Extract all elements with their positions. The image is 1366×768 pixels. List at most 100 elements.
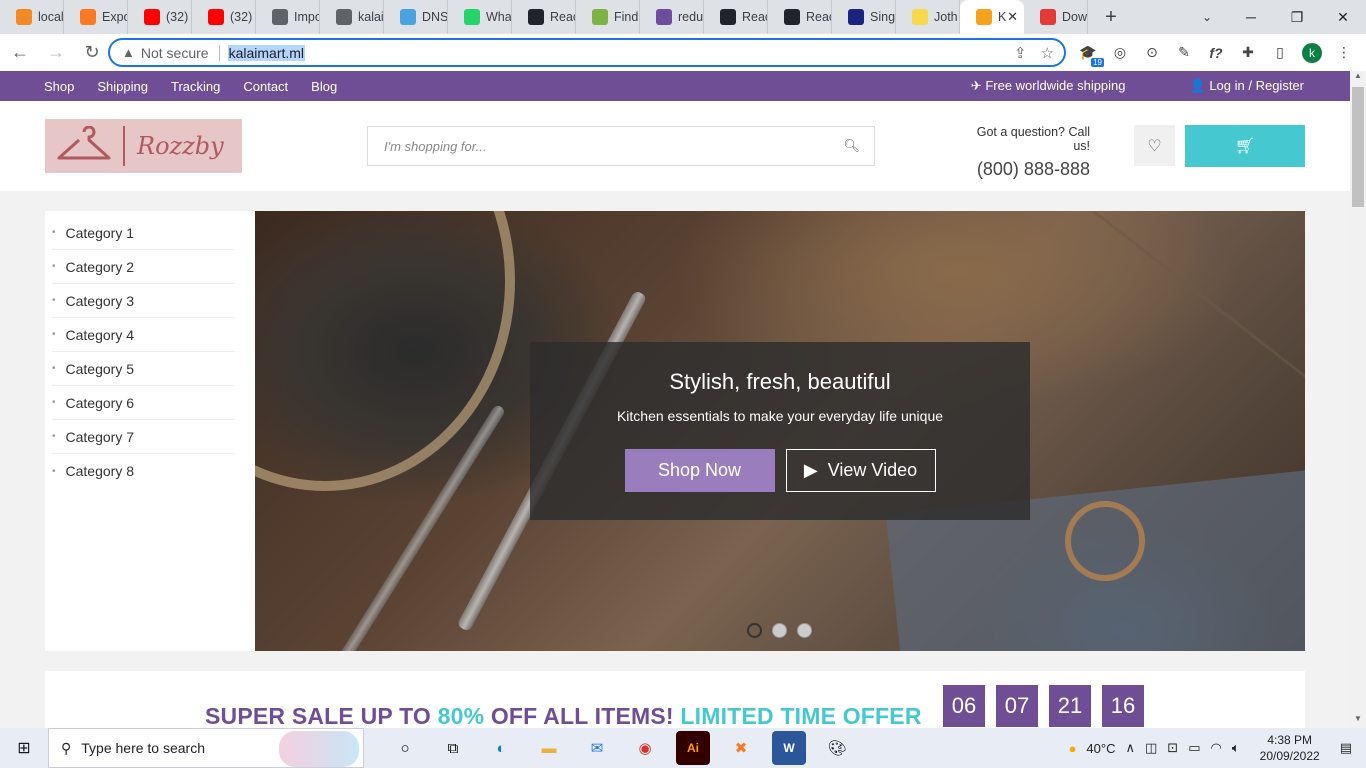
task-view-icon[interactable]: ⧉	[436, 731, 470, 765]
eyedropper-extension-icon[interactable]: ✎	[1174, 43, 1194, 63]
browser-tab[interactable]: (32)	[192, 0, 256, 34]
tab-search-chevron-icon[interactable]: ⌄	[1192, 0, 1222, 34]
windows-start-icon[interactable]: ⊞	[0, 728, 48, 768]
bookmark-star-icon[interactable]: ☆	[1041, 44, 1054, 62]
forward-icon[interactable]: →	[40, 37, 72, 69]
close-window-icon[interactable]: ✕	[1320, 0, 1366, 34]
topnav-link[interactable]: Tracking	[171, 79, 220, 94]
cortana-icon[interactable]: ○	[388, 731, 422, 765]
warning-icon[interactable]: ▲	[122, 45, 135, 60]
sale-percent: 80%	[437, 703, 485, 728]
scroll-down-icon[interactable]: ▼	[1350, 714, 1366, 728]
category-item[interactable]: • Category 5	[52, 352, 235, 386]
browser-tab[interactable]: Dow	[1024, 0, 1088, 34]
share-icon[interactable]: ⇪	[1014, 44, 1027, 62]
restore-icon[interactable]: ❐	[1274, 0, 1320, 34]
browser-tab[interactable]: Wha	[448, 0, 512, 34]
search-icon[interactable]: 🔍︎	[843, 138, 860, 154]
browser-tab[interactable]: Sing	[832, 0, 896, 34]
browser-tab[interactable]: Find	[576, 0, 640, 34]
browser-tab[interactable]: local	[0, 0, 64, 34]
clock[interactable]: 4:38 PM 20/09/2022	[1260, 732, 1320, 764]
slider-dots	[747, 623, 812, 638]
youtube-icon	[208, 9, 224, 25]
product-search-input[interactable]: I'm shopping for... 🔍︎	[367, 126, 875, 166]
category-item[interactable]: • Category 4	[52, 318, 235, 352]
url-text[interactable]: kalaimart.ml	[227, 44, 306, 61]
category-item[interactable]: • Category 6	[52, 386, 235, 420]
new-tab-icon[interactable]: +	[1096, 6, 1126, 29]
puzzle-icon[interactable]: ✚	[1238, 43, 1258, 63]
battery-icon[interactable]: ▭	[1188, 740, 1200, 756]
topnav-link[interactable]: Shipping	[97, 79, 148, 94]
browser-tab[interactable]: Expo	[64, 0, 128, 34]
notifications-icon[interactable]: ▤	[1340, 740, 1352, 756]
scroll-up-icon[interactable]: ▲	[1350, 71, 1366, 85]
browser-tab[interactable]: DNS	[384, 0, 448, 34]
sale-text: OFF ALL ITEMS!	[484, 703, 681, 728]
page-scrollbar[interactable]: ▲ ▼	[1350, 71, 1366, 728]
paint-icon[interactable]: 🎨︎	[820, 731, 854, 765]
word-icon[interactable]: W	[772, 731, 806, 765]
browser-tab[interactable]: redu	[640, 0, 704, 34]
reload-icon[interactable]: ↻	[76, 37, 108, 69]
formula-extension-icon[interactable]: f?	[1206, 43, 1226, 63]
illustrator-icon[interactable]: Ai	[676, 731, 710, 765]
shop-now-button[interactable]: Shop Now	[624, 449, 775, 492]
bullet-icon: •	[52, 329, 56, 340]
chrome-icon[interactable]: ◉	[628, 731, 662, 765]
extension-icon[interactable]: ⊙	[1142, 43, 1162, 63]
graduation-cap-extension-icon[interactable]: 🎓 19	[1078, 43, 1104, 67]
category-item[interactable]: • Category 3	[52, 284, 235, 318]
free-shipping-link[interactable]: ✈ Free worldwide shipping	[971, 78, 1126, 94]
tray-app-icon[interactable]: ◫	[1145, 740, 1157, 756]
slider-dot[interactable]	[797, 623, 812, 638]
mail-icon[interactable]: ✉	[580, 731, 614, 765]
extension-icon[interactable]: ◎	[1110, 43, 1130, 63]
category-item[interactable]: • Category 2	[52, 250, 235, 284]
browser-tab[interactable]: kalai	[320, 0, 384, 34]
topnav-link[interactable]: Blog	[311, 79, 337, 94]
category-item[interactable]: • Category 8	[52, 454, 235, 488]
topnav-link[interactable]: Shop	[44, 79, 74, 94]
cart-button[interactable]: 🛒︎	[1185, 125, 1305, 167]
back-icon[interactable]: ←	[4, 37, 36, 69]
weather-icon[interactable]: ●	[1069, 741, 1077, 756]
side-panel-icon[interactable]: ▯	[1270, 43, 1290, 63]
login-register-link[interactable]: 👤 Log in / Register	[1190, 78, 1304, 94]
menu-kebab-icon[interactable]: ⋮	[1334, 43, 1354, 63]
security-status[interactable]: Not secure	[141, 45, 209, 61]
wifi-icon[interactable]: ◠	[1210, 740, 1221, 756]
topnav-link[interactable]: Contact	[243, 79, 288, 94]
browser-tab[interactable]: Joth	[896, 0, 960, 34]
browser-tab[interactable]: Reac	[512, 0, 576, 34]
minimize-icon[interactable]: ─	[1228, 0, 1274, 34]
site-logo[interactable]: Rozzby	[45, 119, 242, 173]
close-tab-icon[interactable]: ✕	[1007, 9, 1018, 25]
weather-temp[interactable]: 40°C	[1086, 741, 1115, 756]
slider-dot[interactable]	[772, 623, 787, 638]
browser-tab[interactable]: Reac	[768, 0, 832, 34]
taskbar-search-input[interactable]: ⚲ Type here to search	[48, 728, 364, 768]
address-bar[interactable]: ▲ Not secure kalaimart.ml ⇪ ☆	[108, 38, 1066, 67]
browser-tab[interactable]: Reac	[704, 0, 768, 34]
volume-icon[interactable]: 🔈︎	[1232, 740, 1240, 756]
browser-tab[interactable]: (32)	[128, 0, 192, 34]
file-explorer-icon[interactable]: ▬	[532, 731, 566, 765]
category-item[interactable]: • Category 7	[52, 420, 235, 454]
xampp-icon[interactable]: ✖	[724, 731, 758, 765]
slider-dot[interactable]	[747, 623, 762, 638]
browser-tab[interactable]: Impo	[256, 0, 320, 34]
phone-number[interactable]: (800) 888-888	[959, 159, 1090, 180]
contact-block: Got a question? Call us! (800) 888-888	[959, 125, 1090, 180]
scroll-thumb[interactable]	[1352, 87, 1364, 207]
wishlist-heart-icon[interactable]: ♡	[1134, 125, 1175, 166]
tab-title: Joth	[934, 10, 958, 24]
tray-chevron-icon[interactable]: ∧	[1125, 740, 1135, 756]
browser-tab[interactable]: K ✕	[960, 0, 1024, 34]
category-item[interactable]: • Category 1	[52, 216, 235, 250]
edge-icon[interactable]: ◐	[484, 731, 518, 765]
view-video-button[interactable]: ▶ View Video	[785, 449, 936, 492]
profile-avatar[interactable]: k	[1302, 42, 1322, 63]
tray-app-icon[interactable]: ⊡	[1167, 740, 1178, 756]
